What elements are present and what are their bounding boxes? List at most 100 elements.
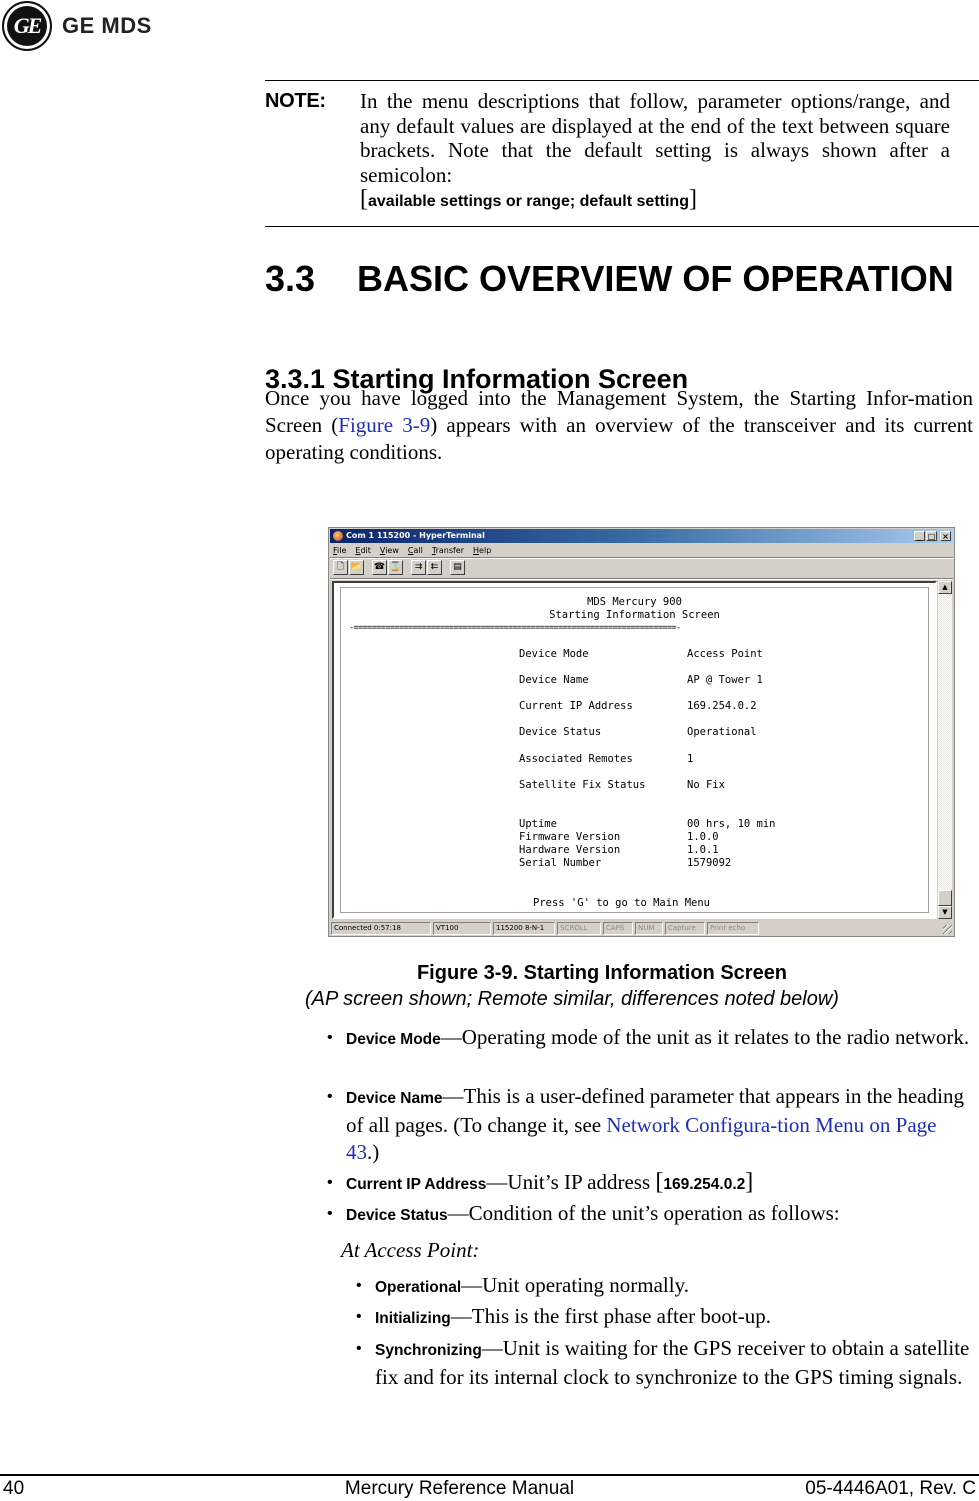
info-value: 1579092 <box>687 857 732 869</box>
maximize-button[interactable]: □ <box>926 531 937 541</box>
terminal-prompt: Press 'G' to go to Main Menu <box>533 897 711 909</box>
scroll-thumb[interactable] <box>938 890 952 906</box>
info-label: Hardware Version <box>519 844 621 856</box>
bullet-term: Initializing <box>375 1310 451 1327</box>
bullet-term: Current IP Address <box>346 1176 487 1193</box>
menu-help[interactable]: Help <box>473 544 491 557</box>
terminal-header-screen: Starting Information Screen <box>549 609 720 621</box>
bullet-term: Synchronizing <box>375 1342 482 1359</box>
field-value: 1 <box>687 753 694 765</box>
menu-transfer[interactable]: Transfer <box>432 544 464 557</box>
section-number: 3.3 <box>265 258 316 299</box>
hyperterminal-window: Com 1 115200 - HyperTerminal _ □ × File … <box>328 527 955 937</box>
status-bullet-initializing: • Initializing—This is the first phase a… <box>356 1304 771 1328</box>
intro-paragraph: Once you have logged into the Management… <box>265 386 973 464</box>
note-label: NOTE: <box>265 90 326 112</box>
toolbar: 🗋 📂 ☎ ⌛ ⇉ ⇇ ▤ <box>333 560 465 576</box>
figure-subtitle: (AP screen shown; Remote similar, differ… <box>305 988 839 1010</box>
field-value: Access Point <box>687 648 763 660</box>
resize-grip-icon[interactable] <box>943 925 952 934</box>
open-icon[interactable]: 📂 <box>349 560 364 575</box>
status-num: NUM <box>635 922 663 935</box>
info-label: Firmware Version <box>519 831 621 843</box>
terminal-header-device: MDS Mercury 900 <box>587 596 682 608</box>
section-heading: 3.3 BASIC OVERVIEW OF OPERATION <box>265 258 954 300</box>
terminal-divider: -=======================================… <box>349 622 681 632</box>
status-print-echo: Print echo <box>707 922 759 935</box>
info-value: 1.0.0 <box>687 831 719 843</box>
bullet-icon: • <box>356 1308 362 1325</box>
footer-rule <box>0 1474 979 1476</box>
close-button[interactable]: × <box>940 531 951 541</box>
toolbar-separator <box>330 578 953 580</box>
field-label: Current IP Address <box>519 700 633 712</box>
status-capture: Capture <box>665 922 705 935</box>
new-icon[interactable]: 🗋 <box>333 560 348 575</box>
scroll-up-arrow-icon[interactable]: ▲ <box>938 581 952 594</box>
field-value: No Fix <box>687 779 725 791</box>
status-port-settings: 115200 8-N-1 <box>493 922 555 935</box>
status-bullet-synchronizing: • Synchronizing—Unit is waiting for the … <box>356 1336 970 1389</box>
bullet-current-ip: • Current IP Address—Unit’s IP address [… <box>327 1169 754 1195</box>
note-text: In the menu descriptions that follow, pa… <box>360 89 950 187</box>
note-top-rule <box>265 80 979 81</box>
status-emulation: VT100 <box>433 922 491 935</box>
bullet-device-mode: • Device Mode—Operating mode of the unit… <box>327 1025 970 1049</box>
scroll-down-arrow-icon[interactable]: ▼ <box>938 906 952 919</box>
bullet-icon: • <box>356 1277 362 1294</box>
properties-icon[interactable]: ▤ <box>450 560 465 575</box>
title-bar[interactable]: Com 1 115200 - HyperTerminal _ □ × <box>330 529 953 543</box>
hyperterminal-app-icon <box>333 531 343 541</box>
figure-link[interactable]: Figure 3-9 <box>338 413 430 437</box>
page-footer: 40 Mercury Reference Manual 05-4446A01, … <box>0 1478 979 1500</box>
vertical-scrollbar[interactable]: ▲ ▼ <box>938 581 952 919</box>
bullet-icon: • <box>356 1340 362 1357</box>
field-label: Device Name <box>519 674 589 686</box>
at-access-point-label: At Access Point: <box>341 1238 480 1262</box>
menu-file[interactable]: File <box>333 544 346 557</box>
bullet-device-name: • Device Name—This is a user-defined par… <box>327 1084 964 1164</box>
note-bottom-rule <box>265 226 979 227</box>
note-bracket-example: [available settings or range; default se… <box>360 186 697 212</box>
terminal-area[interactable]: MDS Mercury 900 Starting Information Scr… <box>332 581 937 919</box>
brand-name: GE MDS <box>62 13 152 38</box>
info-label: Uptime <box>519 818 557 830</box>
bullet-term: Operational <box>375 1279 462 1296</box>
menu-separator <box>330 557 953 559</box>
disconnect-icon[interactable]: ⌛ <box>388 560 403 575</box>
status-bar: Connected 0:57:18 VT100 115200 8-N-1 SCR… <box>331 922 952 935</box>
info-value: 1.0.1 <box>687 844 719 856</box>
bullet-icon: • <box>327 1174 333 1191</box>
field-value: Operational <box>687 726 757 738</box>
connect-phone-icon[interactable]: ☎ <box>372 560 387 575</box>
bullet-device-status: • Device Status—Condition of the unit’s … <box>327 1201 840 1225</box>
receive-icon[interactable]: ⇇ <box>427 560 442 575</box>
field-label: Associated Remotes <box>519 753 633 765</box>
field-label: Satellite Fix Status <box>519 779 646 791</box>
document-number: 05-4446A01, Rev. C <box>805 1478 976 1499</box>
status-caps: CAPS <box>603 922 633 935</box>
bullet-term: Device Mode <box>346 1031 441 1048</box>
figure-title: Figure 3-9. Starting Information Screen <box>416 962 788 984</box>
status-bullet-operational: • Operational—Unit operating normally. <box>356 1273 689 1297</box>
status-connected: Connected 0:57:18 <box>331 922 431 935</box>
ge-mds-logo: GE GE MDS <box>2 1 152 51</box>
bullet-icon: • <box>327 1088 333 1105</box>
send-icon[interactable]: ⇉ <box>411 560 426 575</box>
status-scroll: SCROLL <box>557 922 601 935</box>
window-controls: _ □ × <box>914 531 951 541</box>
bullet-icon: • <box>327 1205 333 1222</box>
field-value: 169.254.0.2 <box>687 700 757 712</box>
note-body: In the menu descriptions that follow, pa… <box>360 89 950 215</box>
field-label: Device Mode <box>519 648 589 660</box>
bullet-term: Device Status <box>346 1207 448 1224</box>
minimize-button[interactable]: _ <box>914 531 925 541</box>
menu-view[interactable]: View <box>380 544 399 557</box>
menu-call[interactable]: Call <box>408 544 423 557</box>
menu-edit[interactable]: Edit <box>355 544 371 557</box>
menu-bar: File Edit View Call Transfer Help <box>333 544 491 557</box>
bullet-term: Device Name <box>346 1090 443 1107</box>
field-label: Device Status <box>519 726 602 738</box>
section-title: BASIC OVERVIEW OF OPERATION <box>357 258 954 299</box>
info-value: 00 hrs, 10 min <box>687 818 776 830</box>
